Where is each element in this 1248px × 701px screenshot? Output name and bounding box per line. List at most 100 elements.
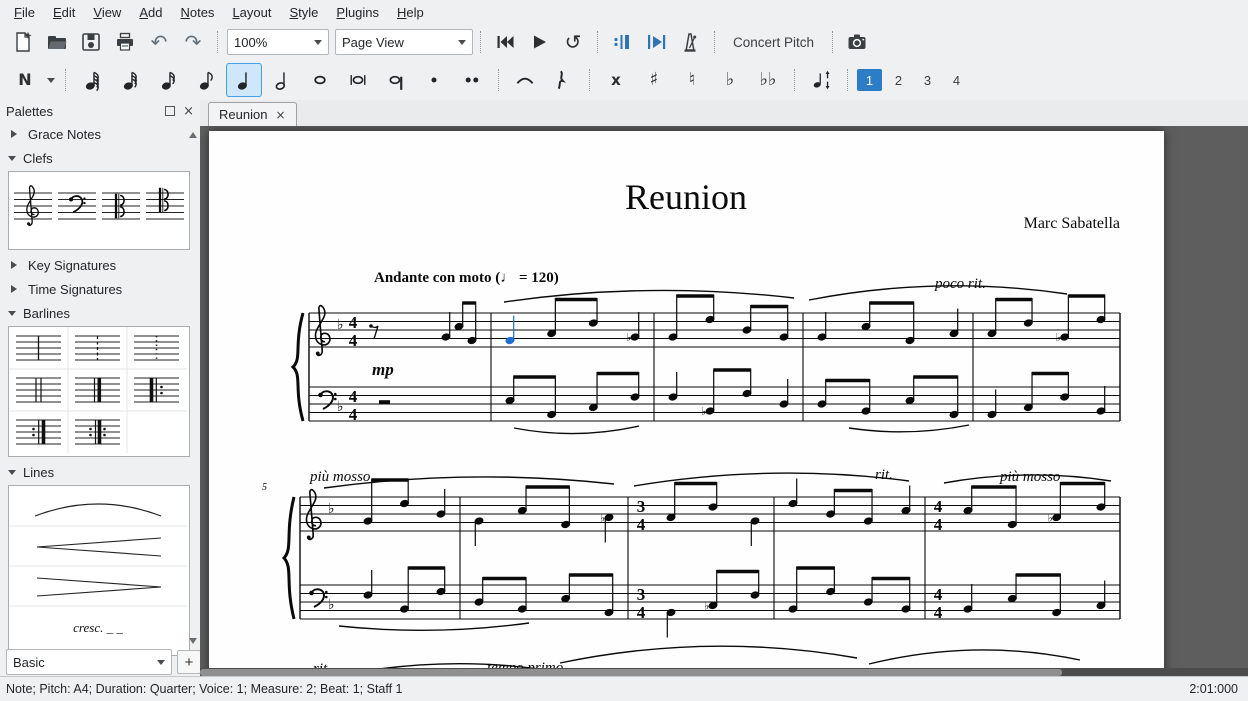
palette-scroll-down-icon[interactable] — [189, 638, 197, 648]
duration-32nd-button[interactable] — [112, 63, 148, 97]
play-repeats-button[interactable] — [605, 26, 639, 58]
chevron-right-icon — [11, 130, 21, 138]
rewind-button[interactable] — [488, 26, 522, 58]
svg-text:4: 4 — [349, 405, 358, 424]
pan-score-button[interactable] — [639, 26, 673, 58]
expression-poco-rit[interactable]: poco rit. — [934, 276, 986, 292]
duration-whole-button[interactable] — [302, 63, 338, 97]
flat-icon: ♭ — [726, 71, 735, 89]
concert-pitch-button[interactable]: Concert Pitch — [722, 26, 825, 58]
svg-text:4: 4 — [637, 603, 646, 622]
toolbar-separator — [597, 31, 598, 53]
palette-section-grace-notes[interactable]: Grace Notes — [0, 122, 200, 146]
view-mode-select[interactable]: Page View — [335, 29, 473, 55]
score-title[interactable]: Reunion — [625, 177, 747, 217]
lines-palette[interactable]: cresc. _ _ — [8, 485, 190, 656]
chevron-down-icon — [314, 40, 322, 49]
undo-icon: ↶ — [151, 32, 168, 52]
score-page[interactable]: ♭♭4444♭♭♭♭♭34344444♭♭♭Reunion Marc Sabat… — [209, 131, 1164, 677]
double-dot-button[interactable] — [454, 63, 490, 97]
duration-longa-button[interactable] — [378, 63, 414, 97]
menu-help[interactable]: Help — [389, 2, 432, 23]
scrollbar-handle[interactable] — [200, 669, 1062, 676]
barlines-palette[interactable] — [8, 326, 190, 457]
add-palette-button[interactable]: + — [177, 650, 200, 674]
voice-3-button[interactable]: 3 — [915, 69, 940, 91]
menu-add[interactable]: Add — [131, 2, 170, 23]
image-capture-button[interactable] — [840, 26, 874, 58]
menu-notes[interactable]: Notes — [172, 2, 222, 23]
menu-file[interactable]: File — [6, 2, 43, 23]
loop-playback-button[interactable]: ↺ — [556, 26, 590, 58]
double-flat-button[interactable]: ♭♭ — [750, 63, 786, 97]
open-button[interactable] — [40, 26, 74, 58]
duration-64th-button[interactable] — [74, 63, 110, 97]
play-button[interactable] — [522, 26, 556, 58]
voice-2-button[interactable]: 2 — [886, 69, 911, 91]
svg-text:♭: ♭ — [704, 600, 709, 613]
clefs-palette[interactable] — [8, 171, 190, 250]
svg-text:♭: ♭ — [1048, 512, 1053, 525]
toolbar-separator — [847, 69, 848, 91]
palette-scroll-up-icon[interactable] — [189, 128, 197, 138]
flip-direction-button[interactable] — [803, 63, 839, 97]
flat-button[interactable]: ♭ — [712, 63, 748, 97]
metronome-button[interactable] — [673, 26, 707, 58]
palette-section-clefs[interactable]: Clefs — [0, 146, 200, 170]
rest-button[interactable] — [545, 63, 581, 97]
workspace-select[interactable]: Basic — [6, 649, 172, 675]
duration-quarter-button[interactable] — [226, 63, 262, 97]
palette-section-barlines[interactable]: Barlines — [0, 301, 200, 325]
palette-section-key-signatures[interactable]: Key Signatures — [0, 253, 200, 277]
voice-4-button[interactable]: 4 — [944, 69, 969, 91]
svg-text:3: 3 — [637, 497, 646, 516]
svg-text:4: 4 — [349, 313, 358, 332]
menu-plugins[interactable]: Plugins — [328, 2, 387, 23]
augmentation-dot-button[interactable] — [416, 63, 452, 97]
crescendo-line-label[interactable]: cresc. _ _ — [73, 620, 123, 635]
close-tab-icon[interactable]: × — [275, 108, 285, 122]
double-sharp-button[interactable]: x — [598, 63, 634, 97]
expression-rit-1[interactable]: rit. — [875, 467, 893, 483]
new-score-button[interactable] — [6, 26, 40, 58]
menu-layout[interactable]: Layout — [224, 2, 279, 23]
tie-button[interactable] — [507, 63, 543, 97]
duration-eighth-button[interactable] — [188, 63, 224, 97]
score-composer[interactable]: Marc Sabatella — [1024, 215, 1120, 232]
duration-16th-button[interactable] — [150, 63, 186, 97]
palette-section-time-signatures[interactable]: Time Signatures — [0, 277, 200, 301]
undock-panel-icon[interactable] — [165, 106, 175, 116]
note-input-button[interactable]: N — [7, 63, 43, 97]
voice-1-button[interactable]: 1 — [857, 69, 882, 91]
redo-button[interactable]: ↷ — [176, 26, 210, 58]
sharp-button[interactable]: ♯ — [636, 63, 672, 97]
palette-section-lines[interactable]: Lines — [0, 460, 200, 484]
tab-reunion[interactable]: Reunion × — [208, 102, 297, 126]
expression-piu-mosso-1[interactable]: più mosso — [309, 469, 371, 485]
undo-button[interactable]: ↶ — [142, 26, 176, 58]
zoom-select[interactable]: 100% — [227, 29, 329, 55]
svg-text:♭: ♭ — [328, 597, 335, 613]
longa-note-icon — [384, 68, 408, 92]
palette-section-label: Clefs — [23, 151, 53, 166]
toolbar-separator — [794, 69, 795, 91]
metronome-icon — [679, 31, 701, 53]
toolbar-separator — [832, 31, 833, 53]
tempo-text[interactable]: Andante con moto (♩ = 120) — [374, 270, 559, 286]
expression-piu-mosso-2[interactable]: più mosso — [999, 469, 1061, 485]
menu-view[interactable]: View — [85, 2, 129, 23]
natural-button[interactable]: ♮ — [674, 63, 710, 97]
quarter-rest-icon — [551, 68, 575, 92]
rewind-icon — [494, 31, 516, 53]
duration-half-button[interactable] — [264, 63, 300, 97]
note-input-toolbar: N x ♯ ♮ ♭ ♭♭ 1 2 3 4 — [0, 60, 1248, 100]
note-input-dropdown[interactable] — [44, 65, 58, 95]
dynamic-mp[interactable]: mp — [372, 360, 394, 379]
close-panel-icon[interactable]: × — [183, 104, 194, 119]
menu-edit[interactable]: Edit — [45, 2, 83, 23]
print-button[interactable] — [108, 26, 142, 58]
menu-style[interactable]: Style — [281, 2, 326, 23]
duration-breve-button[interactable] — [340, 63, 376, 97]
score-canvas[interactable]: ♭♭4444♭♭♭♭♭34344444♭♭♭Reunion Marc Sabat… — [200, 126, 1248, 677]
save-button[interactable] — [74, 26, 108, 58]
